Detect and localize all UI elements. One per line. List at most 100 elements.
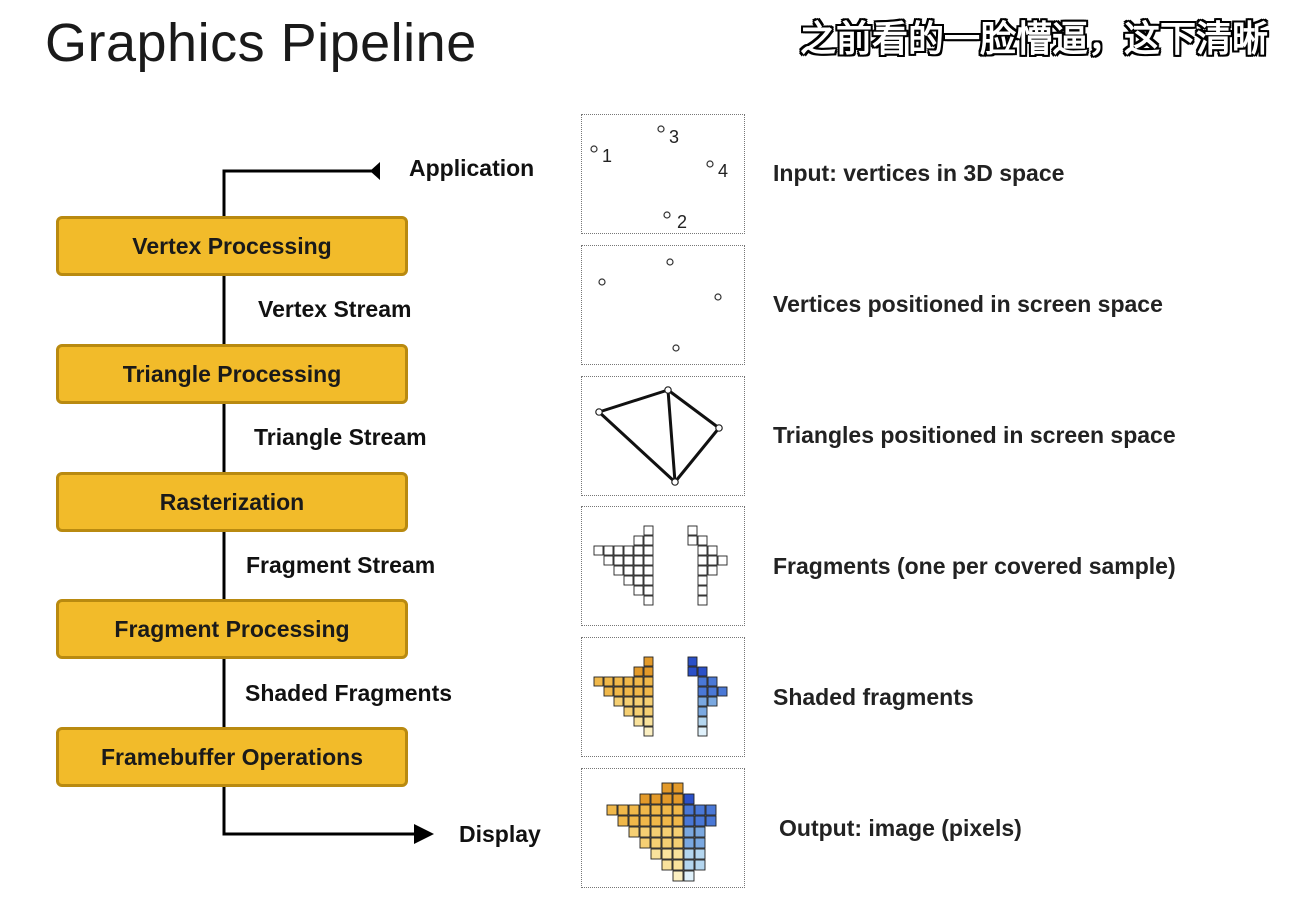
shaded-fragment-cell (603, 686, 614, 697)
panel-output-image (581, 768, 745, 888)
fragment-cell (613, 555, 624, 566)
desc-triangles: Triangles positioned in screen space (773, 422, 1176, 448)
fragment-cell (643, 525, 654, 536)
output-pixel-cell (683, 793, 695, 805)
shaded-fragment-cell (633, 686, 644, 697)
shaded-fragment-cell (643, 706, 654, 717)
fragment-cell (603, 555, 614, 566)
fragment-cell (697, 545, 708, 556)
output-pixel-cell (694, 859, 706, 871)
stage-framebuffer-operations: Framebuffer Operations (56, 727, 408, 787)
fragment-cell (633, 555, 644, 566)
fragment-cell (633, 565, 644, 576)
output-pixel-cell (650, 837, 662, 849)
fragment-cell (613, 545, 624, 556)
shaded-fragment-cell (593, 676, 604, 687)
output-pixel-cell (628, 804, 640, 816)
fragment-cell (623, 545, 634, 556)
desc-fragments: Fragments (one per covered sample) (773, 553, 1176, 579)
shaded-fragment-cell (633, 716, 644, 727)
output-pixel-cell (639, 793, 651, 805)
output-pixel-cell (683, 848, 695, 860)
output-pixel-cell (683, 804, 695, 816)
output-pixel-cell (672, 793, 684, 805)
shaded-fragment-cell (633, 676, 644, 687)
shaded-fragment-cell (623, 696, 634, 707)
shaded-fragment-cell (613, 676, 624, 687)
application-arrow-head (370, 162, 380, 180)
shaded-fragment-cell (697, 666, 708, 677)
output-pixel-cell (672, 815, 684, 827)
triangle-edges (597, 388, 721, 484)
screen-vertex-points (598, 258, 722, 352)
output-pixel-cell (683, 837, 695, 849)
output-pixel-cell (628, 826, 640, 838)
shaded-fragment-cell (623, 706, 634, 717)
output-pixel-cell (639, 837, 651, 849)
panel-triangles (581, 376, 745, 496)
output-pixel-cell (661, 782, 673, 794)
output-pixel-cell (617, 804, 629, 816)
fragment-cell (643, 565, 654, 576)
vertex-label-1: 1 (602, 146, 612, 166)
output-pixel-cell (661, 848, 673, 860)
shaded-fragment-cell (643, 666, 654, 677)
output-pixel-cell (650, 815, 662, 827)
fragment-cell (697, 595, 708, 606)
shaded-fragment-cell (687, 656, 698, 667)
fragment-cell (643, 535, 654, 546)
fragment-cell (697, 585, 708, 596)
fragment-cell (613, 565, 624, 576)
shaded-fragment-cell (643, 696, 654, 707)
display-arrow-head (414, 824, 434, 844)
fragment-cell (633, 575, 644, 586)
output-pixel-cell (650, 804, 662, 816)
shaded-fragment-cell (623, 686, 634, 697)
output-pixel-cell (639, 826, 651, 838)
fragment-cell (633, 545, 644, 556)
output-pixel-cell (694, 804, 706, 816)
label-shaded-fragments: Shaded Fragments (245, 680, 453, 706)
stage-triangle-processing: Triangle Processing (56, 344, 408, 404)
shaded-fragment-cell (633, 706, 644, 717)
vertex-label-2: 2 (677, 212, 687, 232)
output-pixel-cell (683, 870, 695, 882)
fragment-cell (697, 555, 708, 566)
stage-vertex-processing: Vertex Processing (56, 216, 408, 276)
label-display: Display (459, 821, 541, 847)
fragment-cell (623, 565, 634, 576)
output-pixel-cell (683, 815, 695, 827)
fragment-cell (697, 565, 708, 576)
fragment-cell (717, 555, 728, 566)
output-pixel-cell (683, 859, 695, 871)
fragment-cell (697, 575, 708, 586)
desc-screen-vertices: Vertices positioned in screen space (773, 291, 1163, 317)
fragment-cell (633, 585, 644, 596)
output-pixel-cell (661, 815, 673, 827)
panel-fragments (581, 506, 745, 626)
output-pixel-cell (628, 815, 640, 827)
stage-fragment-processing: Fragment Processing (56, 599, 408, 659)
output-pixel-cell (705, 804, 717, 816)
panel-input-vertices: 1 2 3 4 (581, 114, 745, 234)
desc-shaded-fragments: Shaded fragments (773, 684, 974, 710)
shaded-fragment-cell (643, 656, 654, 667)
fragment-cell (623, 575, 634, 586)
shaded-fragment-cell (643, 726, 654, 737)
output-pixel-cell (672, 870, 684, 882)
vertex-label-3: 3 (669, 127, 679, 147)
shaded-fragment-cell (697, 716, 708, 727)
shaded-fragment-cell (707, 686, 718, 697)
fragment-cell (687, 525, 698, 536)
shaded-fragment-cell (603, 676, 614, 687)
output-pixel-cell (661, 837, 673, 849)
output-pixel-cell (661, 826, 673, 838)
shaded-fragment-cell (717, 686, 728, 697)
fragment-cell (697, 535, 708, 546)
shaded-fragment-cell (697, 686, 708, 697)
shaded-fragment-cell (697, 676, 708, 687)
output-pixel-cell (661, 859, 673, 871)
output-pixel-cell (672, 837, 684, 849)
shaded-fragment-cell (613, 686, 624, 697)
stage-rasterization: Rasterization (56, 472, 408, 532)
